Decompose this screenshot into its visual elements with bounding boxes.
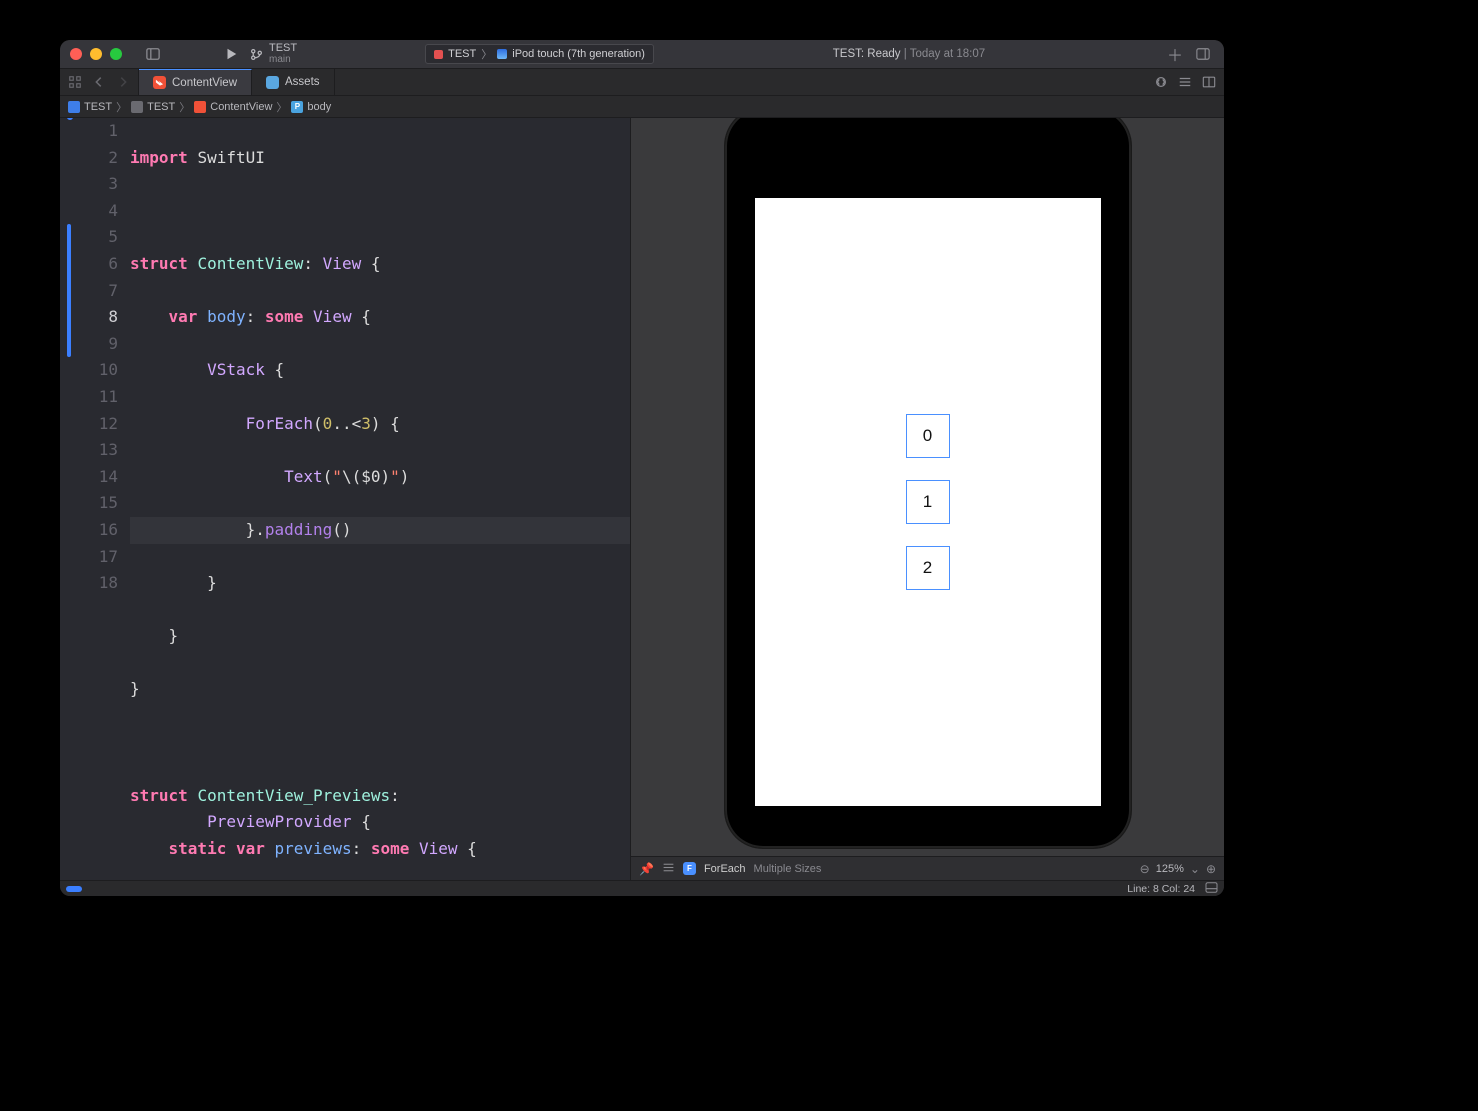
zoom-window-button[interactable]: [110, 48, 122, 60]
source-control-changes-icon[interactable]: [1150, 71, 1172, 93]
branch-icon: [250, 48, 263, 61]
editor-area: 1 2 3 4 5 6 7 8 9 10 11 12 13 14 15 16 1…: [60, 118, 1224, 880]
scheme-name: TEST: [269, 43, 297, 54]
run-destination-picker[interactable]: TEST 〉 iPod touch (7th generation): [425, 44, 654, 64]
run-button[interactable]: [220, 43, 242, 65]
line-number-gutter: 1 2 3 4 5 6 7 8 9 10 11 12 13 14 15 16 1…: [60, 118, 130, 880]
toggle-navigator-button[interactable]: [142, 43, 164, 65]
preview-cell[interactable]: 0: [906, 414, 950, 458]
add-editor-button[interactable]: [1198, 71, 1220, 93]
toggle-debug-area-button[interactable]: [1205, 882, 1218, 896]
window-controls: [70, 48, 122, 60]
tab-label: Assets: [285, 76, 320, 88]
foreach-icon: F: [683, 862, 696, 875]
preview-settings-icon[interactable]: [662, 861, 675, 877]
library-button[interactable]: [1192, 43, 1214, 65]
destination-label: iPod touch (7th generation): [512, 48, 645, 60]
nav-back-button[interactable]: [88, 71, 110, 93]
zoom-in-button[interactable]: ⊕: [1206, 862, 1216, 876]
crumb-symbol[interactable]: P body: [291, 101, 331, 113]
close-window-button[interactable]: [70, 48, 82, 60]
tab-contentview[interactable]: ContentView: [139, 69, 252, 95]
chevron-right-icon: 〉: [481, 46, 492, 62]
crumb-file[interactable]: ContentView: [194, 101, 272, 113]
tab-label: ContentView: [172, 77, 237, 89]
crumb-group[interactable]: TEST: [131, 101, 175, 113]
debug-area-indicator[interactable]: [66, 886, 82, 892]
preview-screen: 0 1 2: [755, 198, 1101, 806]
add-button[interactable]: ＋: [1164, 43, 1186, 65]
preview-cell[interactable]: 2: [906, 546, 950, 590]
zoom-dropdown-icon[interactable]: ⌄: [1190, 862, 1200, 876]
xcode-window: TEST main TEST 〉 iPod touch (7th generat…: [60, 40, 1224, 896]
preview-object-label[interactable]: ForEach: [704, 863, 746, 875]
activity-status: TEST: Ready | Today at 18:07: [662, 48, 1156, 60]
change-indicator: [67, 224, 71, 357]
app-icon: [434, 50, 443, 59]
adjust-editor-options-button[interactable]: [1174, 71, 1196, 93]
folder-icon: [131, 101, 143, 113]
tab-assets[interactable]: Assets: [252, 69, 335, 95]
source-editor[interactable]: 1 2 3 4 5 6 7 8 9 10 11 12 13 14 15 16 1…: [60, 118, 630, 880]
cursor-position-label: Line: 8 Col: 24: [1127, 883, 1195, 895]
xcodeproj-icon: [68, 101, 80, 113]
assets-icon: [266, 76, 279, 89]
swift-file-icon: [153, 76, 166, 89]
preview-toolbar: 📌 F ForEach Multiple Sizes ⊖ 125% ⌄ ⊕: [631, 856, 1224, 880]
nav-forward-button[interactable]: [112, 71, 134, 93]
preview-canvas[interactable]: 0 1 2: [631, 118, 1224, 856]
preview-cell[interactable]: 1: [906, 480, 950, 524]
swift-file-icon: [194, 101, 206, 113]
tab-bar: ContentView Assets: [60, 69, 1224, 96]
scheme-branch-indicator[interactable]: TEST main: [250, 43, 297, 65]
swiftui-preview-pane: 0 1 2 📌 F ForEach Multiple Sizes ⊖ 125%: [630, 118, 1224, 880]
branch-name: main: [269, 55, 297, 65]
titlebar: TEST main TEST 〉 iPod touch (7th generat…: [60, 40, 1224, 69]
device-icon: [497, 49, 507, 59]
device-frame: 0 1 2: [725, 118, 1131, 848]
zoom-level[interactable]: 125%: [1156, 863, 1184, 875]
jump-bar[interactable]: TEST 〉 TEST 〉 ContentView 〉 P body: [60, 96, 1224, 118]
status-bar: Line: 8 Col: 24: [60, 880, 1224, 896]
zoom-out-button[interactable]: ⊖: [1140, 862, 1150, 876]
pin-icon[interactable]: 📌: [639, 862, 654, 876]
crumb-project[interactable]: TEST: [68, 101, 112, 113]
preview-size-label: Multiple Sizes: [754, 863, 822, 875]
minimize-window-button[interactable]: [90, 48, 102, 60]
related-items-button[interactable]: [64, 71, 86, 93]
property-icon: P: [291, 101, 303, 113]
code-body[interactable]: import SwiftUI struct ContentView: View …: [130, 118, 630, 880]
scheme-label: TEST: [448, 48, 476, 60]
